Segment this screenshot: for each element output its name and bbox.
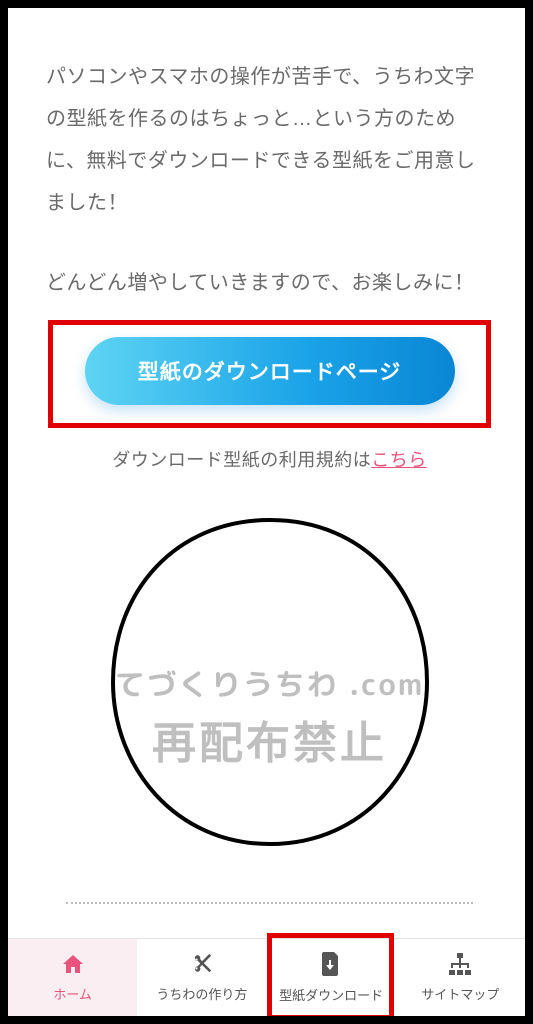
file-download-icon [320,952,342,981]
cta-highlight-box: 型紙のダウンロードページ [48,320,491,428]
template-preview: てづくりうちわ .com 再配布禁止 [46,512,493,872]
nav-label: サイトマップ [421,984,499,1003]
download-page-button[interactable]: 型紙のダウンロードページ [85,337,455,405]
home-icon [61,953,85,980]
scissors-icon [190,953,214,980]
intro-paragraph-1: パソコンやスマホの操作が苦手で、うちわ文字の型紙を作るのはちょっと…という方のた… [46,56,493,224]
bottom-nav: ホーム うちわの作り方 型紙ダウンロード サイトマップ [8,938,525,1016]
nav-home[interactable]: ホーム [8,939,137,1016]
app-frame: パソコンやスマホの操作が苦手で、うちわ文字の型紙を作るのはちょっと…という方のた… [0,0,533,1024]
nav-label: うちわの作り方 [156,984,247,1003]
nav-download[interactable]: 型紙ダウンロード [267,939,396,1016]
terms-link[interactable]: こちら [371,450,427,470]
nav-howto[interactable]: うちわの作り方 [137,939,266,1016]
nav-label: 型紙ダウンロード [279,985,383,1004]
terms-line: ダウンロード型紙の利用規約はこちら [46,446,493,472]
terms-prefix: ダウンロード型紙の利用規約は [112,450,371,470]
main-content: パソコンやスマホの操作が苦手で、うちわ文字の型紙を作るのはちょっと…という方のた… [8,8,525,904]
uchiwa-outline [105,512,435,852]
nav-sitemap[interactable]: サイトマップ [396,939,525,1016]
sitemap-icon [447,953,473,980]
nav-label: ホーム [53,984,92,1003]
intro-paragraph-2: どんどん増やしていきますので、お楽しみに！ [46,264,493,302]
section-divider [66,902,473,904]
